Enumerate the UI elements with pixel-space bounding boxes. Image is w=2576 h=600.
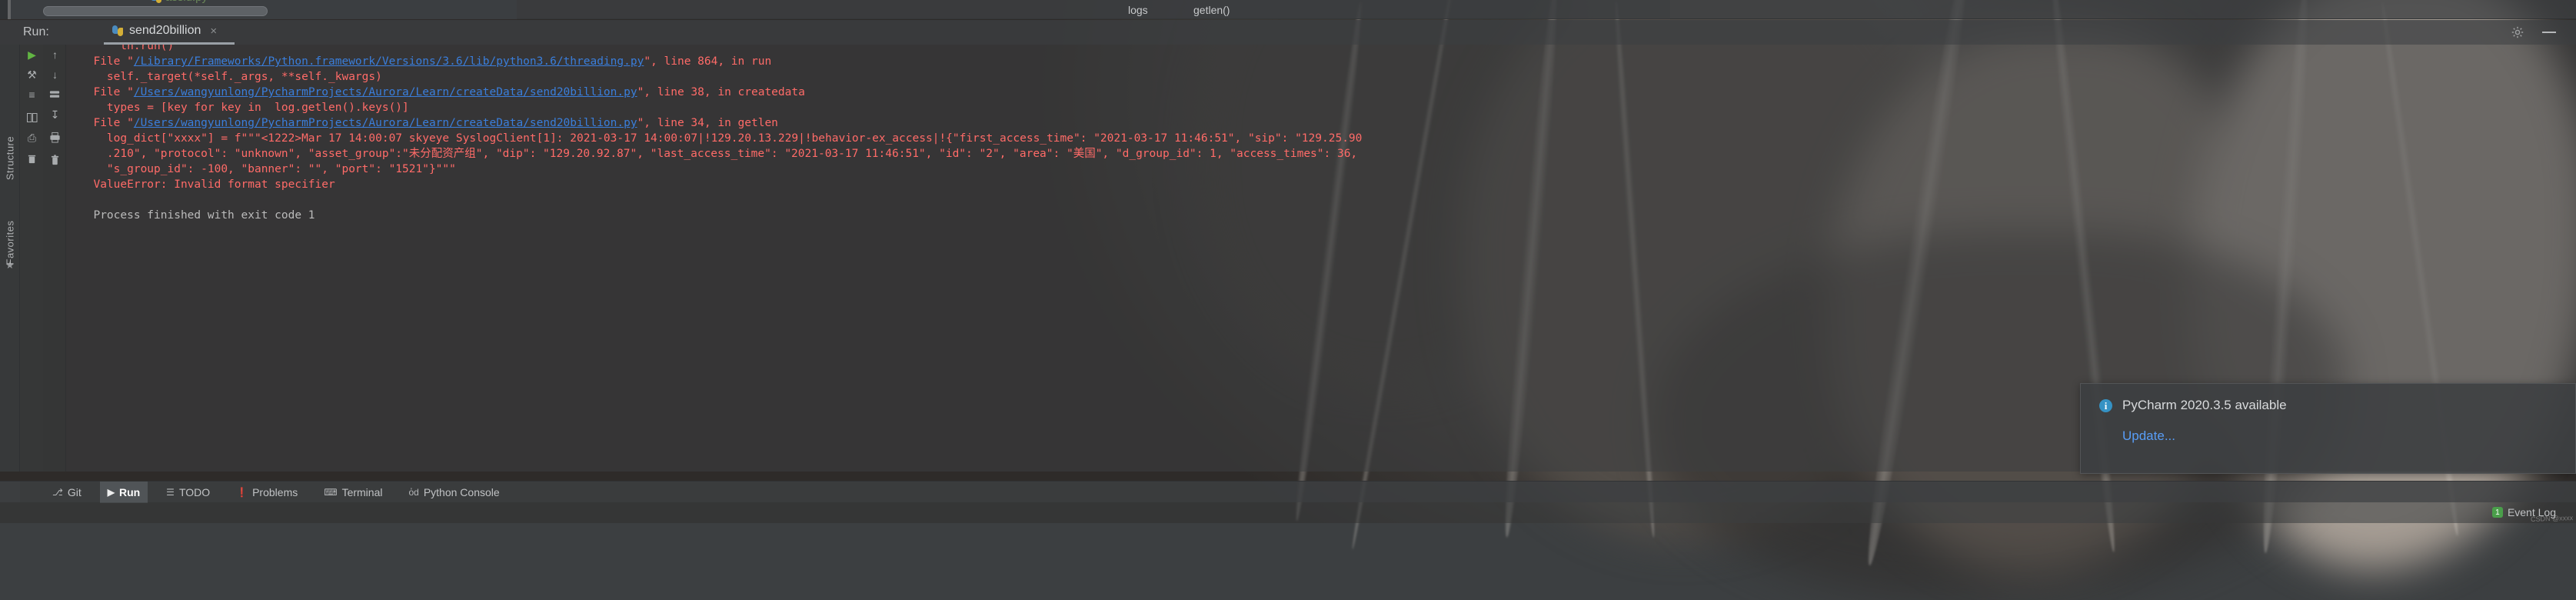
editor-tab-strip: assid.py logs getlen(): [0, 0, 2576, 19]
split-view-icon[interactable]: [25, 111, 38, 124]
python-file-icon: [151, 0, 161, 3]
todo-icon: ☰: [166, 487, 175, 498]
console-file-link[interactable]: /Users/wangyunlong/PycharmProjects/Auror…: [134, 117, 637, 129]
printer-icon[interactable]: [48, 131, 62, 144]
editor-right-panel: logs getlen(): [517, 0, 1670, 19]
python-file-icon: [112, 25, 123, 36]
bottom-bar-item-label: Git: [68, 486, 82, 498]
bottom-bar-item-git[interactable]: ⎇ Git: [45, 482, 89, 503]
console-file-link[interactable]: /Users/wangyunlong/PycharmProjects/Auror…: [134, 86, 637, 98]
console-text-segment: .210", "protocol": "unknown", "asset_gro…: [80, 148, 1357, 160]
console-file-link[interactable]: /Library/Frameworks/Python.framework/Ver…: [134, 55, 644, 68]
console-line: "s_group_id": -100, "banner": "", "port"…: [80, 162, 2576, 177]
notification-balloon[interactable]: i PyCharm 2020.3.5 available Update...: [2080, 383, 2576, 474]
console-text-segment: File ": [80, 86, 134, 98]
console-line: log_dict["xxxx"] = f"""<1222>Mar 17 14:0…: [80, 131, 2576, 146]
console-line: .210", "protocol": "unknown", "asset_gro…: [80, 146, 2576, 162]
print-icon[interactable]: ⎙: [25, 131, 38, 144]
stack-down-icon[interactable]: ↓: [48, 68, 62, 81]
status-bar: 1 Event Log CSDN @xxxx: [0, 502, 2576, 523]
bottom-bar-item-label: Terminal: [342, 486, 383, 498]
console-text: th.run() File "/Library/Frameworks/Pytho…: [66, 45, 2576, 223]
tab-logs[interactable]: logs: [1128, 4, 1148, 16]
console-text-segment: ", line 38, in createdata: [637, 86, 805, 98]
console-line: types = [key for key in log.getlen().key…: [80, 100, 2576, 115]
run-tool-window-header: Run: send20billion ×: [0, 20, 2576, 45]
notification-title: PyCharm 2020.3.5 available: [2122, 398, 2287, 413]
trash-icon[interactable]: [25, 152, 38, 165]
minimize-icon[interactable]: [2542, 32, 2556, 33]
stack-up-icon[interactable]: ↑: [48, 48, 62, 61]
scroll-to-end-icon[interactable]: ↧: [48, 108, 62, 121]
pycharm-ide-window: assid.py logs getlen() Run: send20billio…: [0, 0, 2576, 523]
run-toolbar-secondary: ↑ ↓ ↧: [43, 45, 66, 472]
bottom-bar-item-python-console[interactable]: ὀd Python Console: [401, 482, 507, 503]
console-line: Process finished with exit code 1: [80, 208, 2576, 223]
left-tool-rail: Structure Favorites ★: [0, 45, 20, 472]
rerun-icon[interactable]: ▶: [25, 48, 38, 61]
console-text-segment: Process finished with exit code 1: [80, 209, 315, 222]
run-configuration-tab[interactable]: send20billion ×: [108, 23, 221, 38]
horizontal-scrollbar[interactable]: [43, 6, 268, 16]
console-line: File "/Users/wangyunlong/PycharmProjects…: [80, 115, 2576, 131]
problems-icon: ❗: [236, 487, 248, 498]
delete-icon[interactable]: [48, 154, 62, 167]
sidebar-item-structure[interactable]: Structure: [5, 132, 16, 185]
console-text-segment: File ": [80, 55, 134, 68]
info-icon: i: [2099, 399, 2112, 412]
console-text-segment: "s_group_id": -100, "banner": "", "port"…: [80, 163, 456, 175]
bottom-bar-item-label: TODO: [179, 486, 210, 498]
bottom-bar-item-label: Run: [119, 486, 140, 498]
editor-left-panel: assid.py: [0, 0, 517, 19]
run-icon: ▶: [108, 487, 115, 498]
bottom-bar-item-label: Problems: [252, 486, 298, 498]
console-text-segment: log_dict["xxxx"] = f"""<1222>Mar 17 14:0…: [80, 132, 1362, 145]
window-left-scrollbar[interactable]: [8, 0, 11, 19]
bottom-bar-item-problems[interactable]: ❗ Problems: [228, 482, 305, 503]
update-link[interactable]: Update...: [2122, 428, 2175, 444]
console-text-segment: types = [key for key in log.getlen().key…: [80, 102, 409, 114]
python-console-icon: ὀd: [408, 487, 418, 498]
tab-getlen[interactable]: getlen(): [1193, 4, 1230, 16]
console-line: [80, 192, 2576, 208]
editor-tab-label: assid.py: [165, 0, 208, 4]
star-icon[interactable]: ★: [5, 260, 15, 270]
run-configuration-name: send20billion: [129, 24, 201, 38]
gear-icon[interactable]: [2511, 26, 2524, 38]
console-line: th.run(): [80, 45, 2576, 54]
close-icon[interactable]: ×: [210, 25, 217, 38]
console-line: File "/Library/Frameworks/Python.framewo…: [80, 54, 2576, 69]
console-text-segment: self._target(*self._args, **self._kwargs…: [80, 71, 382, 83]
console-text-segment: ValueError: Invalid format specifier: [80, 178, 335, 191]
bottom-bar-item-label: Python Console: [424, 486, 500, 498]
console-text-segment: File ": [80, 117, 134, 129]
console-line: self._target(*self._args, **self._kwargs…: [80, 69, 2576, 85]
window-left-edge: [0, 0, 8, 19]
soft-wrap-icon[interactable]: ≡: [25, 88, 38, 101]
console-line: File "/Users/wangyunlong/PycharmProjects…: [80, 85, 2576, 100]
bottom-bar-item-terminal[interactable]: ⌨ Terminal: [316, 482, 390, 503]
run-toolbar-primary: ▶ ⚒ ≡ ⎙: [20, 45, 43, 472]
git-icon: ⎇: [52, 487, 63, 498]
console-text-segment: th.run(): [80, 45, 174, 52]
run-window-title: Run:: [23, 25, 49, 39]
soft-wrap-toggle-icon[interactable]: [48, 88, 62, 101]
bottom-bar-item-todo[interactable]: ☰ TODO: [158, 482, 218, 503]
editor-tab-assid[interactable]: assid.py: [151, 0, 208, 4]
console-text-segment: ", line 864, in run: [644, 55, 771, 68]
watermark: CSDN @xxxx: [2531, 514, 2573, 523]
event-log-count-badge: 1: [2492, 507, 2503, 518]
settings-wrench-icon[interactable]: ⚒: [25, 68, 38, 81]
terminal-icon: ⌨: [324, 487, 337, 498]
bottom-tool-window-bar: ⎇ Git ▶ Run ☰ TODO ❗ Problems ⌨ Terminal ὀd Python …: [0, 481, 2576, 502]
console-text-segment: ", line 34, in getlen: [637, 117, 778, 129]
console-line: ValueError: Invalid format specifier: [80, 177, 2576, 192]
bottom-bar-item-run[interactable]: ▶ Run: [100, 482, 148, 503]
